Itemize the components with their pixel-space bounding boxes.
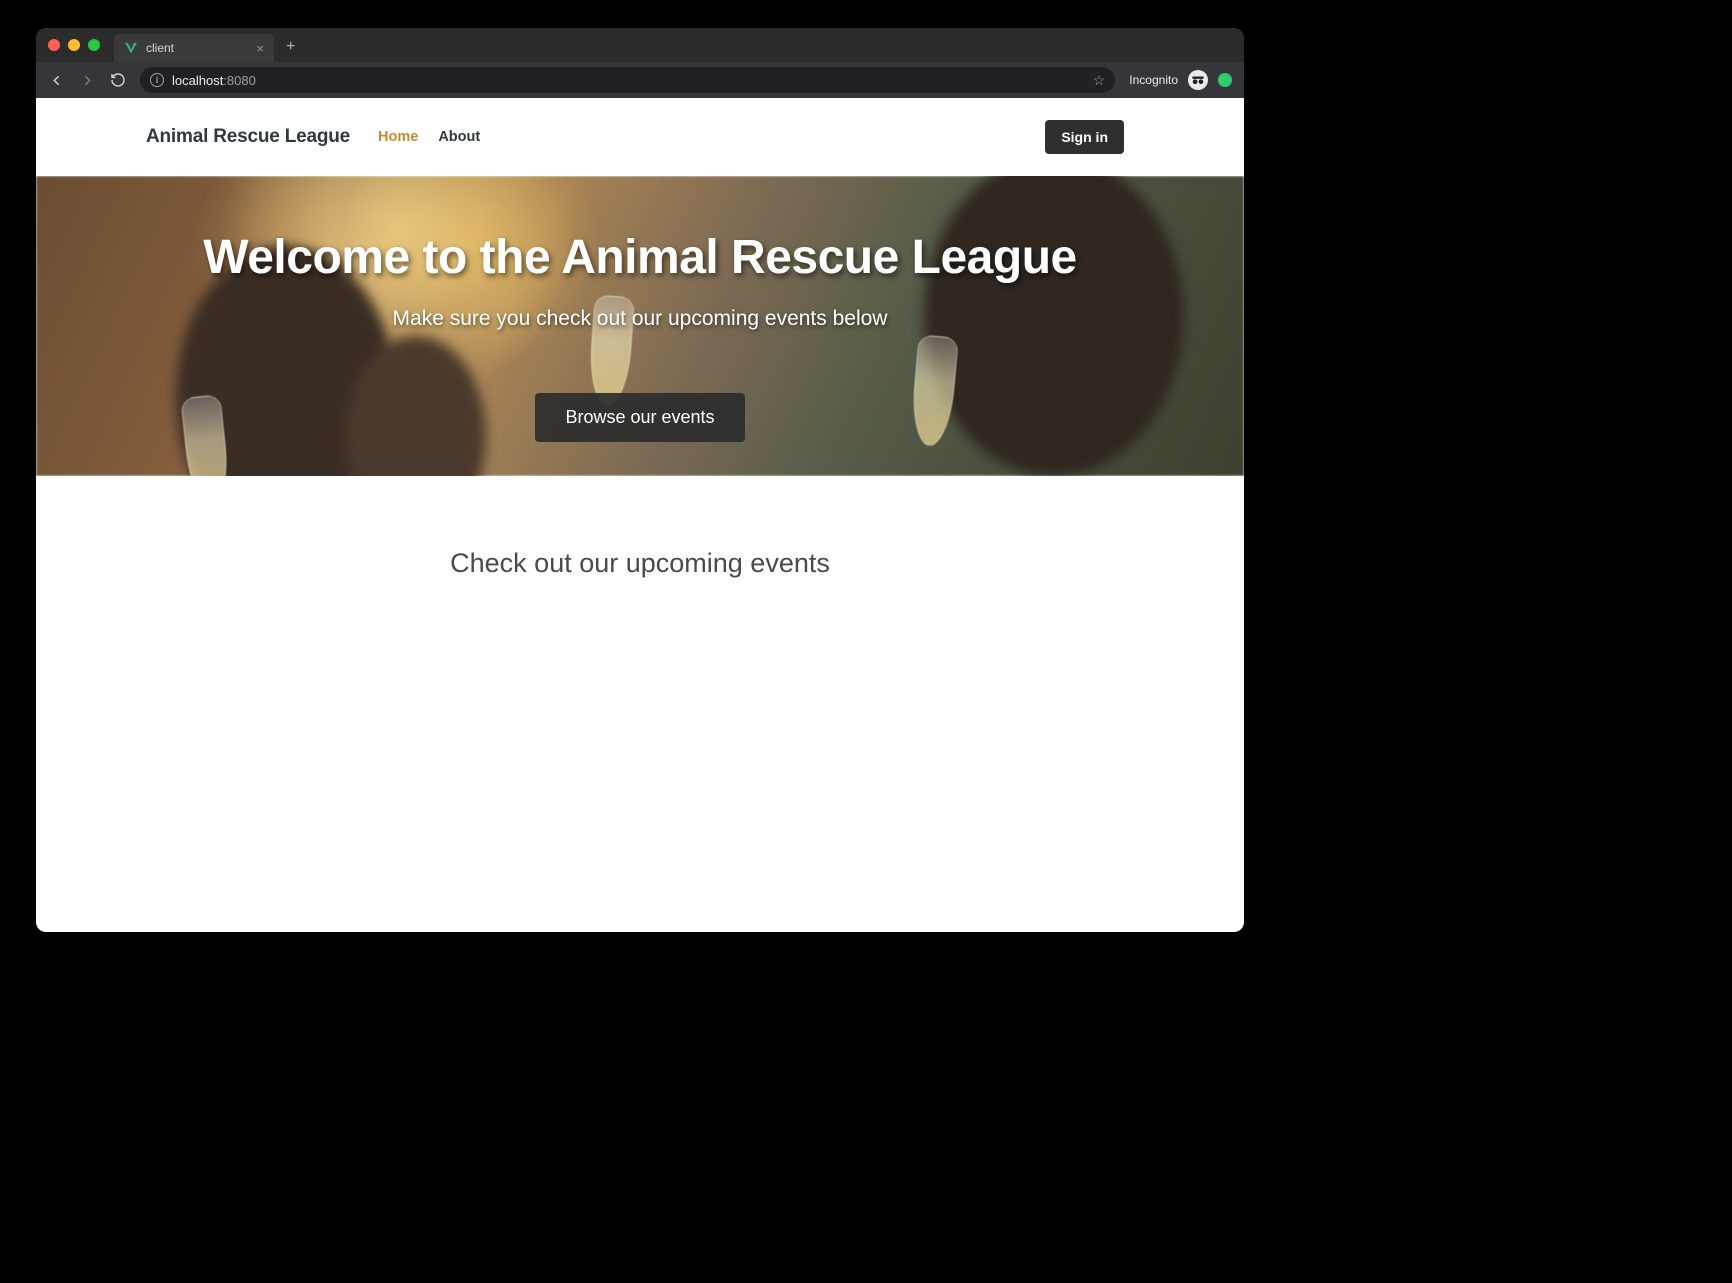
hero-section: Welcome to the Animal Rescue League Make…: [36, 176, 1244, 476]
browser-titlebar: client × +: [36, 28, 1244, 62]
vue-favicon-icon: [124, 41, 138, 55]
brand-title[interactable]: Animal Rescue League: [146, 126, 350, 148]
extension-icon[interactable]: [1218, 73, 1232, 87]
browser-window: client × + i localhost:8080 ☆ Incognito: [36, 28, 1244, 932]
site-info-icon[interactable]: i: [150, 73, 164, 87]
back-button[interactable]: [48, 72, 65, 89]
nav-link-about[interactable]: About: [428, 129, 490, 145]
tab-close-icon[interactable]: ×: [256, 41, 264, 56]
reload-button[interactable]: [110, 72, 126, 88]
address-bar[interactable]: i localhost:8080 ☆: [140, 67, 1115, 93]
hero-title: Welcome to the Animal Rescue League: [203, 230, 1076, 285]
forward-button[interactable]: [79, 72, 96, 89]
browser-toolbar: i localhost:8080 ☆ Incognito: [36, 62, 1244, 98]
site-nav: Animal Rescue League Home About Sign in: [36, 98, 1244, 176]
sign-in-button[interactable]: Sign in: [1045, 120, 1124, 154]
hero-subtitle: Make sure you check out our upcoming eve…: [393, 307, 888, 331]
tab-title: client: [146, 41, 174, 55]
incognito-label: Incognito: [1129, 73, 1178, 87]
bookmark-star-icon[interactable]: ☆: [1093, 72, 1106, 89]
incognito-icon[interactable]: [1188, 70, 1208, 90]
toolbar-right: Incognito: [1129, 70, 1232, 90]
browser-tab[interactable]: client ×: [114, 34, 274, 62]
minimize-window-button[interactable]: [68, 39, 80, 51]
new-tab-button[interactable]: +: [286, 38, 295, 56]
close-window-button[interactable]: [48, 39, 60, 51]
nav-link-home[interactable]: Home: [368, 129, 428, 145]
browse-events-button[interactable]: Browse our events: [535, 393, 744, 442]
url-host: localhost:8080: [172, 73, 256, 88]
window-controls: [48, 39, 100, 51]
events-heading: Check out our upcoming events: [36, 548, 1244, 579]
page-viewport: Animal Rescue League Home About Sign in …: [36, 98, 1244, 932]
maximize-window-button[interactable]: [88, 39, 100, 51]
